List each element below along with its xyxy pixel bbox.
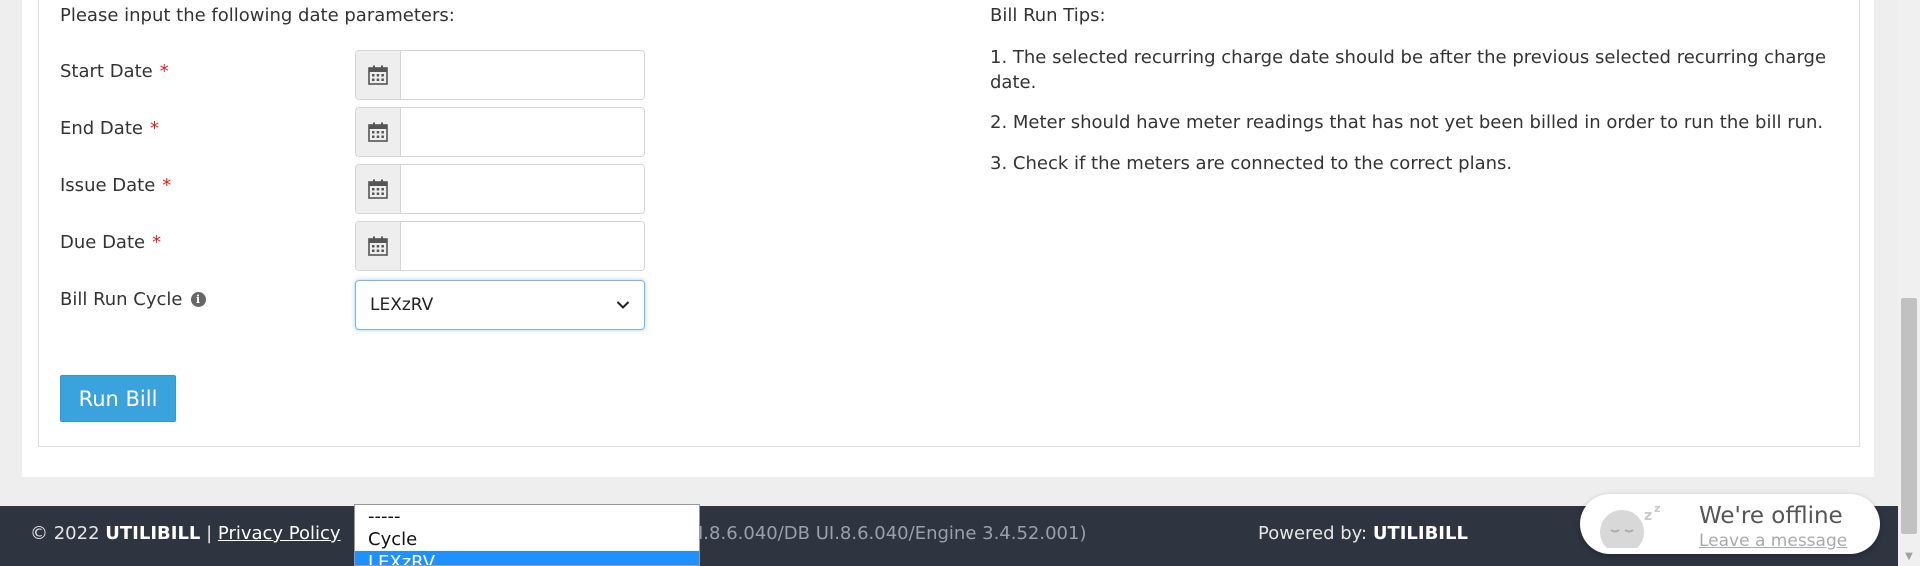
- calendar-icon[interactable]: [356, 108, 401, 156]
- issue-date-field: [355, 164, 645, 214]
- scroll-down-arrow-icon[interactable]: ▼: [1898, 546, 1920, 566]
- issue-date-input[interactable]: [401, 165, 644, 213]
- footer-copyright: © 2022 UTILIBILL | Privacy Policy: [30, 523, 341, 544]
- issue-date-label: Issue Date *: [60, 175, 171, 196]
- chevron-down-icon: [616, 295, 630, 315]
- end-date-label: End Date *: [60, 118, 159, 139]
- issue-date-label-text: Issue Date: [60, 175, 156, 196]
- due-date-label-text: Due Date: [60, 232, 146, 253]
- chat-widget[interactable]: z z We're offline Leave a message: [1580, 494, 1880, 554]
- svg-text:z: z: [1654, 502, 1660, 515]
- required-marker: *: [162, 175, 172, 196]
- start-date-field: [355, 50, 645, 100]
- chat-status: We're offline: [1699, 503, 1843, 529]
- form-intro: Please input the following date paramete…: [60, 5, 455, 26]
- tip-item: 2. Meter should have meter readings that…: [990, 112, 1824, 133]
- due-date-label: Due Date *: [60, 232, 161, 253]
- tip-item: 3. Check if the meters are connected to …: [990, 153, 1513, 174]
- svg-text:z: z: [1644, 508, 1652, 524]
- footer-brand: UTILIBILL: [105, 523, 201, 544]
- powered-brand: UTILIBILL: [1372, 523, 1468, 544]
- dropdown-option-selected[interactable]: LEXzRV: [355, 551, 699, 565]
- end-date-input[interactable]: [401, 108, 644, 156]
- calendar-icon[interactable]: [356, 222, 401, 270]
- calendar-icon[interactable]: [356, 51, 401, 99]
- footer-version: I.8.6.040/DB UI.8.6.040/Engine 3.4.52.00…: [698, 523, 1087, 544]
- copyright-prefix: © 2022: [30, 523, 106, 544]
- bill-run-cycle-label-text: Bill Run Cycle: [60, 289, 183, 310]
- bill-run-cycle-label: Bill Run Cycle i: [60, 289, 206, 310]
- start-date-label-text: Start Date: [60, 61, 153, 82]
- footer-powered-by: Powered by: UTILIBILL: [1258, 523, 1468, 544]
- start-date-label: Start Date *: [60, 61, 169, 82]
- due-date-field: [355, 221, 645, 271]
- start-date-input[interactable]: [401, 51, 644, 99]
- bill-run-cycle-value: LEXzRV: [370, 295, 434, 315]
- powered-prefix: Powered by:: [1258, 523, 1373, 544]
- end-date-field: [355, 107, 645, 157]
- info-circle-icon[interactable]: i: [190, 292, 206, 307]
- due-date-input[interactable]: [401, 222, 644, 270]
- footer-separator: |: [200, 523, 218, 544]
- end-date-label-text: End Date: [60, 118, 143, 139]
- dropdown-option[interactable]: -----: [355, 505, 699, 528]
- tips-title: Bill Run Tips:: [990, 5, 1106, 26]
- dropdown-option[interactable]: Cycle: [355, 528, 699, 551]
- bill-run-cycle-dropdown[interactable]: ----- Cycle LEXzRV: [354, 504, 700, 566]
- bill-run-cycle-select[interactable]: LEXzRV: [355, 280, 645, 330]
- sleeping-avatar-icon: z z: [1596, 502, 1668, 554]
- calendar-icon[interactable]: [356, 165, 401, 213]
- leave-message-link[interactable]: Leave a message: [1699, 531, 1847, 551]
- page-scrollbar[interactable]: ▼: [1898, 0, 1920, 566]
- run-bill-button[interactable]: Run Bill: [60, 375, 176, 422]
- tip-item: 1. The selected recurring charge date sh…: [990, 47, 1827, 93]
- scrollbar-thumb[interactable]: [1901, 298, 1917, 534]
- privacy-policy-link[interactable]: Privacy Policy: [218, 523, 341, 544]
- required-marker: *: [159, 61, 169, 82]
- required-marker: *: [149, 118, 159, 139]
- main-card: Please input the following date paramete…: [22, 0, 1874, 477]
- required-marker: *: [152, 232, 162, 253]
